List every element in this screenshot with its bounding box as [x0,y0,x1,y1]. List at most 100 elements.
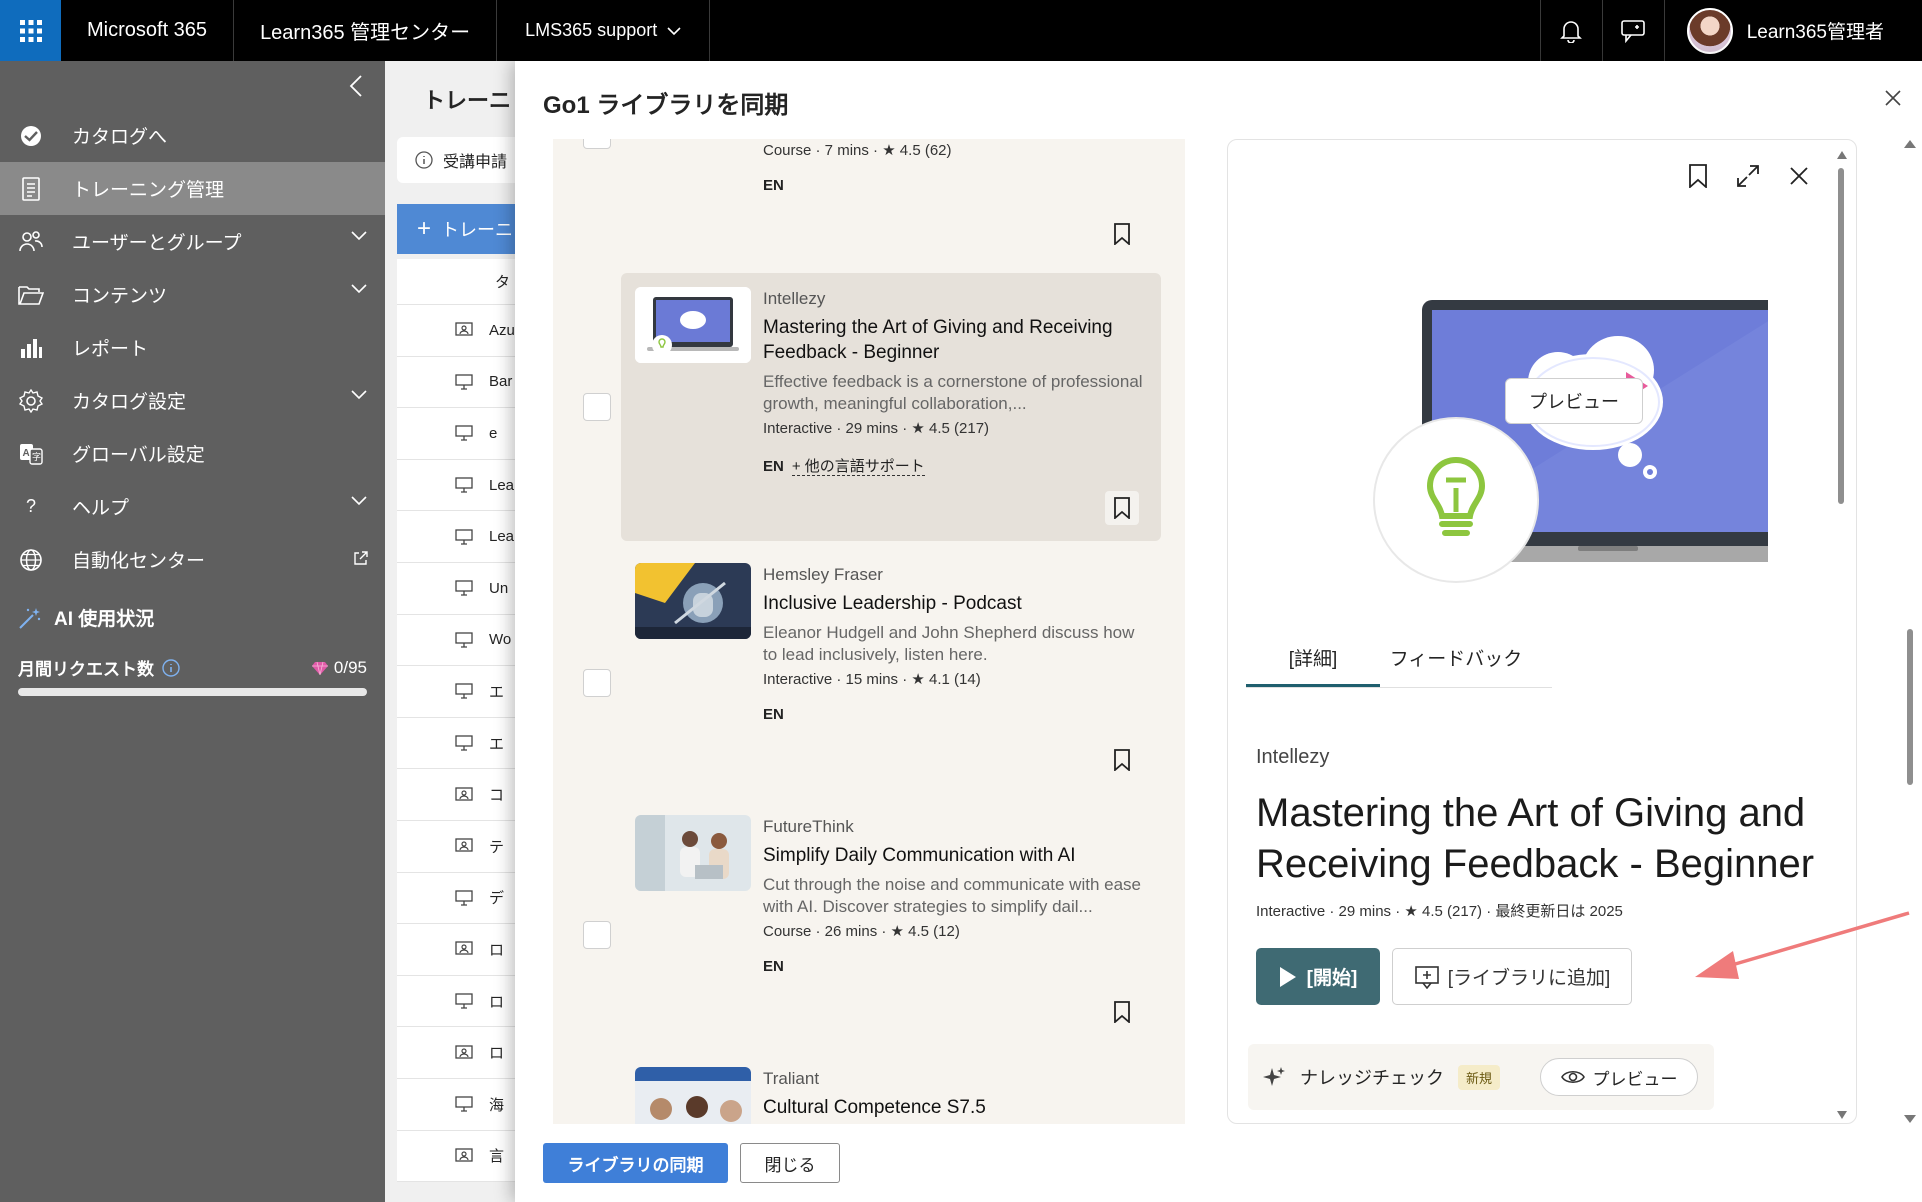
table-row[interactable]: Un [397,563,527,615]
sync-library-button[interactable]: ライブラリの同期 [543,1143,728,1183]
bar-chart-icon [18,335,44,361]
course-thumbnail [635,563,751,639]
bookmark-icon [1114,223,1130,245]
tab-feedback[interactable]: フィードバック [1380,644,1552,687]
preview-button[interactable]: プレビュー [1540,1058,1699,1096]
close-detail-button[interactable] [1788,164,1810,188]
bookmark-button[interactable] [1688,164,1708,188]
table-row[interactable]: エ [397,666,527,718]
start-button[interactable]: [開始] [1256,948,1380,1005]
bell-icon [1560,20,1583,43]
list-item[interactable]: Traliant Cultural Competence S7.5 [621,1053,1161,1124]
nav-item-global-settings[interactable]: A字 グローバル設定 [0,427,385,480]
table-row[interactable]: 海 [397,1079,527,1131]
nav-item-label: コンテンツ [72,286,168,307]
brand-link[interactable]: Microsoft 365 [61,0,235,61]
user-menu[interactable]: Learn365管理者 [1663,0,1922,61]
chevron-down-icon [351,390,367,400]
bookmark-button[interactable] [1105,217,1139,251]
nav-item-label: グローバル設定 [72,445,205,466]
detail-stats: Interactive · 29 mins · ★ 4.5 (217) · 最終… [1256,903,1623,920]
chevron-down-icon [351,284,367,294]
scrollbar-thumb[interactable] [1907,629,1913,785]
more-languages-link[interactable]: + 他の言語サポート [791,458,925,476]
table-row[interactable]: Azu [397,305,527,357]
svg-text:字: 字 [32,451,41,463]
monitor-icon [455,735,473,751]
feedback-button[interactable] [1601,0,1664,61]
close-button[interactable]: 閉じる [740,1143,840,1183]
annotation-arrow [1695,911,1910,979]
list-item[interactable]: Hemsley Fraser Inclusive Leadership - Po… [621,549,1161,799]
table-row[interactable]: テ [397,821,527,873]
table-row[interactable]: ロ [397,924,527,976]
row-label: 言 [489,1148,505,1166]
document-list-icon [18,176,44,202]
row-label: Bar [489,373,513,391]
course-title: Simplify Daily Communication with AI [763,845,1076,866]
table-row[interactable]: 言 [397,1131,527,1183]
nav-item-content[interactable]: コンテンツ [0,268,385,321]
course-stats: Course · 7 mins · ★ 4.5 (62) [763,142,952,159]
nav-item-reports[interactable]: レポート [0,321,385,374]
row-label: Azu [489,321,515,339]
table-row[interactable]: e [397,408,527,460]
nav-item-training-management[interactable]: トレーニング管理 [0,162,385,215]
row-label: コ [489,787,505,805]
bookmark-button[interactable] [1105,491,1139,525]
bookmark-icon [1114,497,1130,519]
collapse-nav-button[interactable] [341,71,371,101]
table-row[interactable]: Lea [397,460,527,512]
table-row[interactable]: Lea [397,511,527,563]
list-item[interactable]: Course · 7 mins · ★ 4.5 (62) EN [621,139,1161,251]
course-description: Cut through the noise and communicate wi… [763,875,1142,916]
table-row[interactable]: デ [397,873,527,925]
bookmark-button[interactable] [1105,995,1139,1029]
knowledge-check-row: ナレッジチェック 新規 プレビュー [1248,1044,1714,1110]
table-row[interactable]: ロ [397,976,527,1028]
chevron-down-icon [351,496,367,506]
table-row[interactable]: Wo [397,615,527,667]
table-row[interactable]: Bar [397,357,527,409]
table-row[interactable]: コ [397,769,527,821]
scroll-up-icon [1904,140,1916,148]
nav-item-automation-center[interactable]: 自動化センター [0,533,385,586]
app-title[interactable]: Learn365 管理センター [234,0,498,61]
info-icon[interactable] [162,658,180,677]
course-language: EN + 他の言語サポート [763,458,925,476]
course-checkbox[interactable] [583,393,611,421]
notifications-button[interactable] [1539,0,1602,61]
plus-icon: + [417,215,432,242]
course-provider: Traliant [763,1069,820,1088]
monthly-requests-count: 0/95 [311,658,367,678]
detail-provider: Intellezy [1256,746,1330,768]
waffle-icon [19,19,42,42]
chevron-down-icon [667,26,681,35]
table-row[interactable]: エ [397,718,527,770]
nav-item-users-groups[interactable]: ユーザーとグループ [0,215,385,268]
nav-item-catalog[interactable]: カタログへ [0,109,385,162]
course-checkbox[interactable] [583,669,611,697]
scrollbar-thumb[interactable] [1838,168,1844,504]
table-row[interactable]: ロ [397,1027,527,1079]
tenant-switcher[interactable]: LMS365 support [497,0,711,61]
preview-bubble-label: プレビュー [1505,378,1643,424]
app-launcher-button[interactable] [0,0,61,61]
row-label: ロ [489,941,505,959]
tab-details[interactable]: [詳細] [1246,644,1380,687]
course-checkbox[interactable] [583,139,611,149]
course-title: Inclusive Leadership - Podcast [763,593,1022,614]
list-item[interactable]: FutureThink Simplify Daily Communication… [621,801,1161,1051]
add-to-library-button[interactable]: [ライブラリに追加] [1392,948,1632,1005]
row-label: Un [489,579,509,597]
info-icon [415,151,433,169]
bookmark-button[interactable] [1105,743,1139,777]
nav-item-catalog-settings[interactable]: カタログ設定 [0,374,385,427]
nav-item-help[interactable]: ? ヘルプ [0,480,385,533]
expand-button[interactable] [1736,164,1760,188]
list-item[interactable]: Intellezy Mastering the Art of Giving an… [621,273,1161,541]
dialog-close-button[interactable] [1884,89,1902,107]
monthly-requests-label: 月間リクエスト数 [18,660,154,679]
add-training-button[interactable]: + トレーニ [397,204,527,254]
course-checkbox[interactable] [583,921,611,949]
